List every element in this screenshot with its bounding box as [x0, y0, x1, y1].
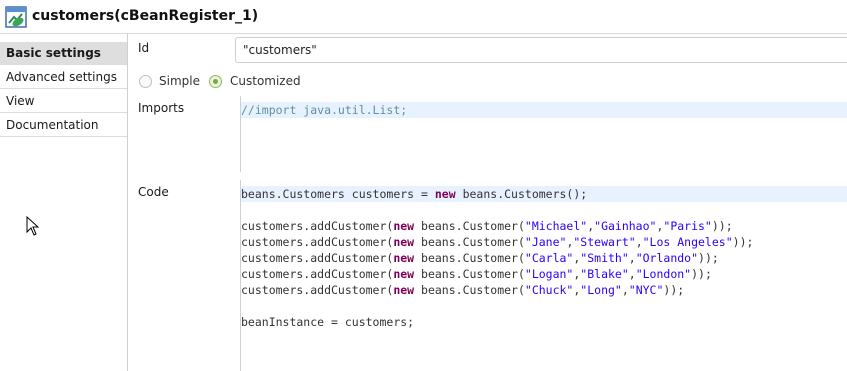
- id-label: Id: [138, 41, 150, 55]
- id-field[interactable]: "customers": [235, 37, 847, 63]
- nav-item-view[interactable]: View: [0, 90, 127, 113]
- title-bar: customers(cBeanRegister_1): [0, 0, 847, 33]
- nav-item-advanced-settings[interactable]: Advanced settings: [0, 66, 127, 89]
- simple-radio[interactable]: [139, 75, 152, 88]
- bean-register-icon: [5, 6, 27, 28]
- code-label: Code: [138, 185, 169, 199]
- code-line[interactable]: customers.addCustomer(new beans.Customer…: [241, 266, 847, 282]
- code-line[interactable]: beanInstance = customers;: [241, 314, 847, 330]
- nav-item-documentation[interactable]: Documentation: [0, 114, 127, 137]
- customized-radio[interactable]: [209, 75, 222, 88]
- simple-radio-label[interactable]: Simple: [159, 74, 200, 88]
- code-line[interactable]: customers.addCustomer(new beans.Customer…: [241, 234, 847, 250]
- code-line[interactable]: beans.Customers customers = new beans.Cu…: [241, 186, 847, 202]
- window-title: customers(cBeanRegister_1): [32, 8, 259, 24]
- mouse-cursor-icon: [26, 216, 40, 236]
- imports-editor[interactable]: //import java.util.List;: [241, 102, 847, 118]
- code-line[interactable]: customers.addCustomer(new beans.Customer…: [241, 282, 847, 298]
- nav-item-basic-settings[interactable]: Basic settings: [0, 42, 127, 65]
- settings-nav: Basic settings Advanced settings View Do…: [0, 34, 128, 371]
- customized-radio-label[interactable]: Customized: [230, 74, 301, 88]
- code-line[interactable]: customers.addCustomer(new beans.Customer…: [241, 250, 847, 266]
- imports-label: Imports: [138, 101, 185, 115]
- code-line[interactable]: customers.addCustomer(new beans.Customer…: [241, 218, 847, 234]
